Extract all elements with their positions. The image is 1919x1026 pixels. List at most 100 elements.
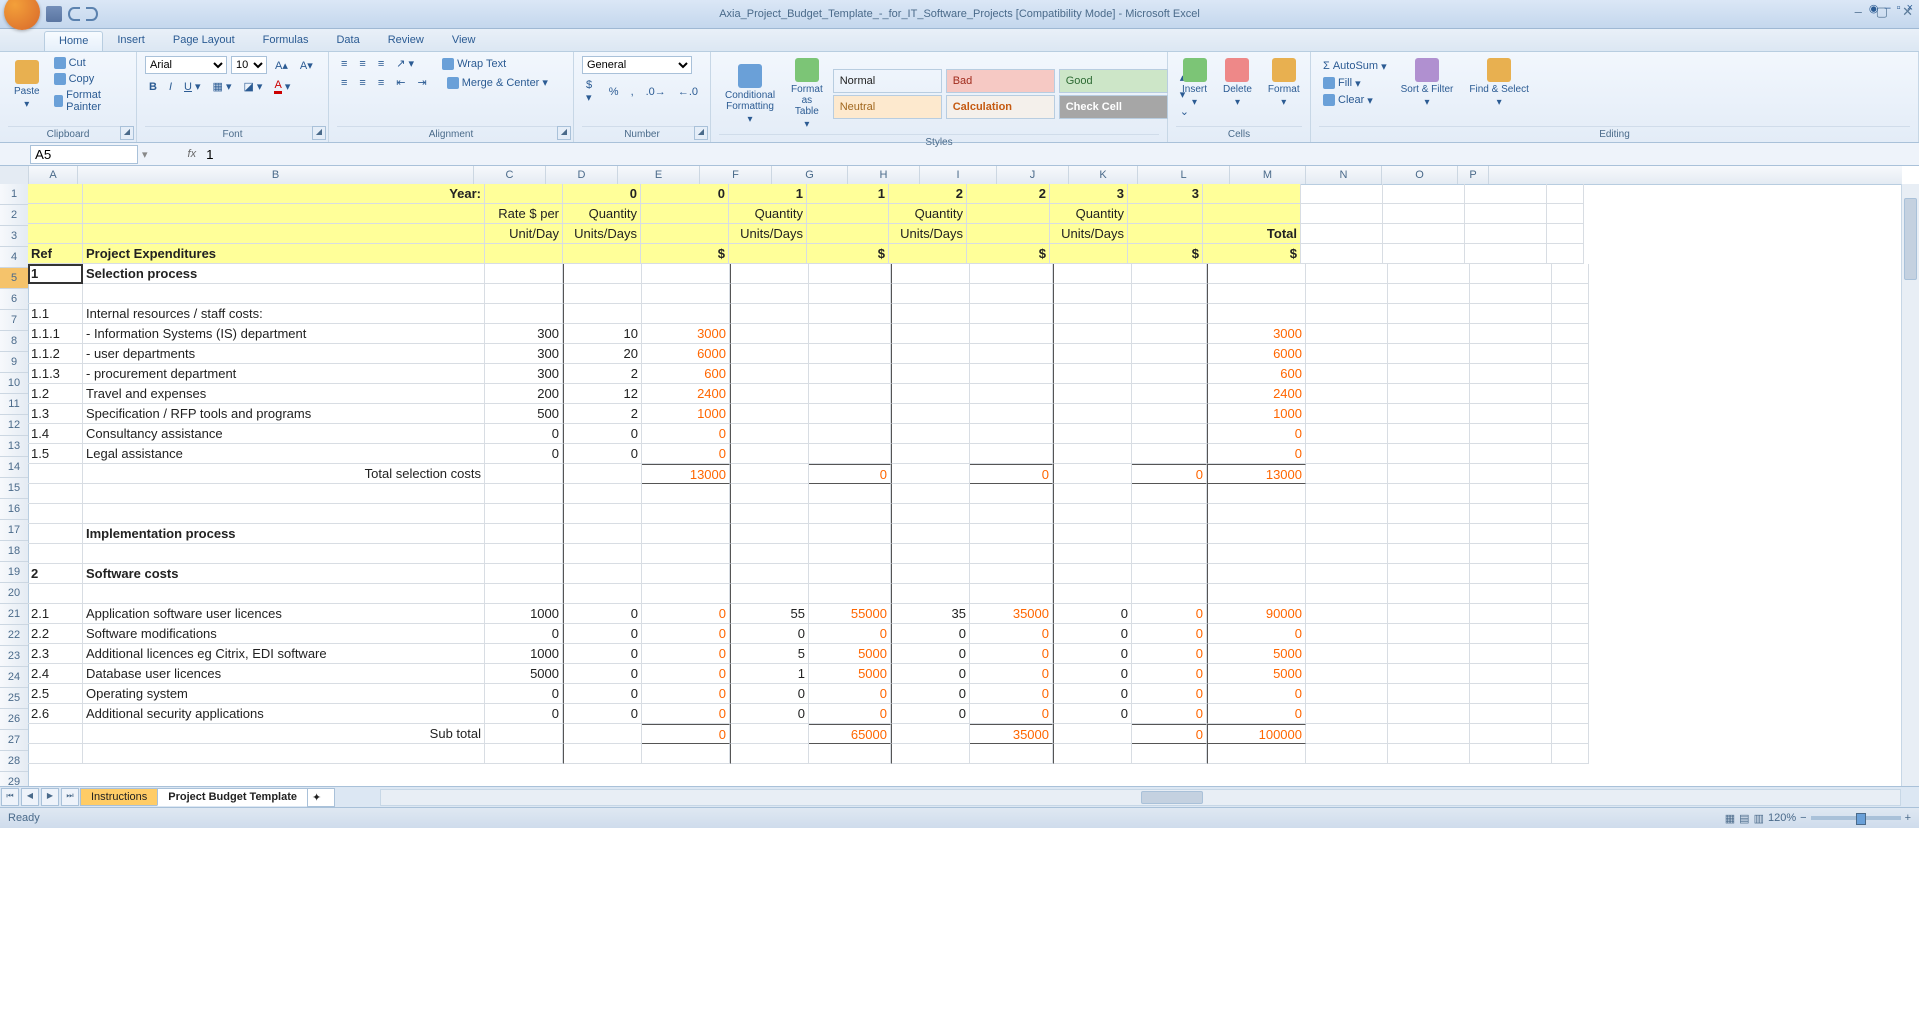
cell-E2[interactable] [641,204,729,224]
cell-D29[interactable] [563,744,642,764]
cell-G23[interactable]: 0 [809,624,891,644]
format-as-table-button[interactable]: Format as Table ▾ [785,56,829,132]
cell-N26[interactable] [1388,684,1470,704]
cell-H8[interactable] [891,324,970,344]
cell-O5[interactable] [1470,264,1552,284]
cell-E28[interactable]: 0 [642,724,730,744]
cell-E1[interactable]: 0 [641,184,729,204]
cell-C12[interactable]: 500 [485,404,563,424]
cell-C3[interactable]: Unit/Day [485,224,563,244]
cell-P7[interactable] [1552,304,1589,324]
row-header-28[interactable]: 28 [0,751,28,772]
align-right-button[interactable]: ≡ [374,76,388,90]
cell-N21[interactable] [1388,584,1470,604]
cell-I18[interactable] [970,524,1053,544]
cell-A16[interactable] [28,484,83,504]
cell-N13[interactable] [1388,424,1470,444]
zoom-level[interactable]: 120% [1768,812,1796,824]
view-pagebreak-icon[interactable]: ▥ [1754,812,1764,825]
cell-G6[interactable] [809,284,891,304]
cell-O7[interactable] [1470,304,1552,324]
find-select-button[interactable]: Find & Select ▾ [1463,56,1534,110]
cell-K10[interactable] [1132,364,1207,384]
office-button[interactable] [4,0,40,30]
cell-O4[interactable] [1465,244,1547,264]
zoom-out-button[interactable]: − [1800,812,1806,824]
col-header-G[interactable]: G [772,166,848,184]
underline-button[interactable]: U ▾ [180,79,204,94]
cell-G7[interactable] [809,304,891,324]
cell-O21[interactable] [1470,584,1552,604]
cell-J1[interactable]: 3 [1050,184,1128,204]
align-middle-button[interactable]: ≡ [355,57,369,71]
cell-H23[interactable]: 0 [891,624,970,644]
cell-N10[interactable] [1388,364,1470,384]
cell-A25[interactable]: 2.4 [28,664,83,684]
comma-button[interactable]: , [627,85,638,99]
view-layout-icon[interactable]: ▤ [1739,812,1749,825]
cell-A8[interactable]: 1.1.1 [28,324,83,344]
cell-P25[interactable] [1552,664,1589,684]
cell-N4[interactable] [1383,244,1465,264]
cell-H16[interactable] [891,484,970,504]
cell-G20[interactable] [809,564,891,584]
cell-P27[interactable] [1552,704,1589,724]
cell-E16[interactable] [642,484,730,504]
name-box[interactable] [30,145,138,164]
cell-N14[interactable] [1388,444,1470,464]
cell-G17[interactable] [809,504,891,524]
cell-D17[interactable] [563,504,642,524]
formula-input[interactable] [202,146,1919,163]
cell-B19[interactable] [83,544,485,564]
cell-M23[interactable] [1306,624,1388,644]
cell-M19[interactable] [1306,544,1388,564]
cell-D11[interactable]: 12 [563,384,642,404]
cell-G4[interactable]: $ [807,244,889,264]
cell-B3[interactable] [83,224,485,244]
cell-J16[interactable] [1053,484,1132,504]
cell-I17[interactable] [970,504,1053,524]
cell-F28[interactable] [730,724,809,744]
cell-B4[interactable]: Project Expenditures [83,244,485,264]
cell-L11[interactable]: 2400 [1207,384,1306,404]
row-header-6[interactable]: 6 [0,289,28,310]
cell-G29[interactable] [809,744,891,764]
format-cells-button[interactable]: Format ▾ [1262,56,1306,110]
cell-F5[interactable] [730,264,809,284]
autosum-button[interactable]: Σ AutoSum ▾ [1319,59,1391,74]
select-all-corner[interactable] [0,166,29,184]
cell-E19[interactable] [642,544,730,564]
cell-J21[interactable] [1053,584,1132,604]
cell-B1[interactable]: Year: [83,184,485,204]
cell-H10[interactable] [891,364,970,384]
cell-A7[interactable]: 1.1 [28,304,83,324]
cell-N5[interactable] [1388,264,1470,284]
cell-O1[interactable] [1465,184,1547,204]
cell-H15[interactable] [891,464,970,484]
cell-E27[interactable]: 0 [642,704,730,724]
cell-G27[interactable]: 0 [809,704,891,724]
cell-H19[interactable] [891,544,970,564]
cell-H1[interactable]: 2 [889,184,967,204]
cell-G22[interactable]: 55000 [809,604,891,624]
cell-L1[interactable] [1203,184,1301,204]
cell-M3[interactable] [1301,224,1383,244]
cell-P29[interactable] [1552,744,1589,764]
cell-K22[interactable]: 0 [1132,604,1207,624]
cell-M25[interactable] [1306,664,1388,684]
cell-C6[interactable] [485,284,563,304]
cell-E10[interactable]: 600 [642,364,730,384]
cell-G13[interactable] [809,424,891,444]
tab-page-layout[interactable]: Page Layout [159,31,249,51]
cell-L29[interactable] [1207,744,1306,764]
align-top-button[interactable]: ≡ [337,57,351,71]
style-normal[interactable]: Normal [833,69,942,93]
cell-P11[interactable] [1552,384,1589,404]
cell-E9[interactable]: 6000 [642,344,730,364]
cell-B13[interactable]: Consultancy assistance [83,424,485,444]
row-header-7[interactable]: 7 [0,310,28,331]
cell-H14[interactable] [891,444,970,464]
cell-K28[interactable]: 0 [1132,724,1207,744]
col-header-J[interactable]: J [997,166,1069,184]
cell-O12[interactable] [1470,404,1552,424]
